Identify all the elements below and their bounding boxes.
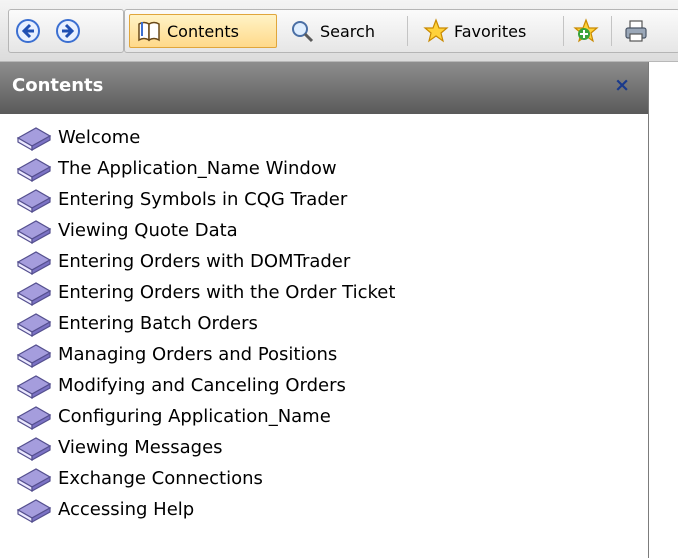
book-icon <box>16 126 52 151</box>
book-icon <box>16 343 52 368</box>
toc-item-label: Entering Batch Orders <box>58 313 258 334</box>
toc-item-label: Accessing Help <box>58 499 195 520</box>
book-icon <box>16 374 52 399</box>
toc-item-label: Configuring Application_Name <box>58 406 331 427</box>
book-icon <box>16 405 52 430</box>
toc-item-label: Viewing Messages <box>58 437 223 458</box>
navigation-group <box>8 9 124 53</box>
book-icon <box>16 312 52 337</box>
contents-panel-header: Contents × <box>0 62 648 114</box>
toc-item-managing-orders[interactable]: Managing Orders and Positions <box>16 339 337 370</box>
toc-item-application-window[interactable]: The Application_Name Window <box>16 153 337 184</box>
book-icon <box>16 219 52 244</box>
panel-title: Contents <box>12 75 104 96</box>
panel-border <box>648 62 649 558</box>
star-icon <box>423 18 449 43</box>
toolbar-divider <box>407 16 408 46</box>
toc-item-modifying-orders[interactable]: Modifying and Canceling Orders <box>16 370 346 401</box>
toc-item-label: Entering Orders with the Order Ticket <box>58 282 396 303</box>
toc-item-orders-domtrader[interactable]: Entering Orders with DOMTrader <box>16 246 350 277</box>
toc-item-label: Managing Orders and Positions <box>58 344 338 365</box>
book-icon <box>16 188 52 213</box>
toc-item-label: Entering Orders with DOMTrader <box>58 251 351 272</box>
search-tab-label: Search <box>320 21 375 41</box>
back-button[interactable] <box>15 14 51 48</box>
toc-item-viewing-quote-data[interactable]: Viewing Quote Data <box>16 215 238 246</box>
toolbar-divider <box>563 16 564 46</box>
forward-button[interactable] <box>55 14 91 48</box>
print-button[interactable] <box>619 14 653 48</box>
book-icon <box>16 498 52 523</box>
toc-item-entering-symbols[interactable]: Entering Symbols in CQG Trader <box>16 184 347 215</box>
toc-item-label: Exchange Connections <box>58 468 263 489</box>
search-icon <box>292 21 314 43</box>
toc-item-welcome[interactable]: Welcome <box>16 122 140 153</box>
add-favorite-icon <box>573 18 599 43</box>
toc-item-viewing-messages[interactable]: Viewing Messages <box>16 432 223 463</box>
book-icon <box>16 250 52 275</box>
toolbar-divider <box>611 16 612 46</box>
favorites-tab-button[interactable]: Favorites <box>417 14 557 48</box>
help-toolbar: Contents Search Favorites <box>0 0 678 62</box>
print-icon <box>625 20 647 42</box>
toc-item-label: Entering Symbols in CQG Trader <box>58 189 348 210</box>
add-favorite-button[interactable] <box>569 14 605 48</box>
toc-item-exchange-connections[interactable]: Exchange Connections <box>16 463 263 494</box>
toc-item-label: The Application_Name Window <box>58 158 337 179</box>
toc-item-label: Modifying and Canceling Orders <box>58 375 346 396</box>
toc-item-accessing-help[interactable]: Accessing Help <box>16 494 194 525</box>
toc-item-label: Welcome <box>58 127 141 148</box>
book-icon <box>16 157 52 182</box>
toc-item-orders-order-ticket[interactable]: Entering Orders with the Order Ticket <box>16 277 395 308</box>
book-icon <box>16 436 52 461</box>
favorites-tab-label: Favorites <box>454 21 527 41</box>
book-icon <box>16 467 52 492</box>
back-arrow-icon <box>16 19 40 43</box>
forward-arrow-icon <box>56 19 80 43</box>
toc-item-batch-orders[interactable]: Entering Batch Orders <box>16 308 258 339</box>
close-icon[interactable]: × <box>614 74 630 96</box>
search-tab-button[interactable]: Search <box>283 14 399 48</box>
toc-item-label: Viewing Quote Data <box>58 220 238 241</box>
book-icon <box>138 21 160 42</box>
toc-item-configuring[interactable]: Configuring Application_Name <box>16 401 331 432</box>
book-icon <box>16 281 52 306</box>
tools-group: Contents Search Favorites <box>124 9 678 53</box>
contents-tab-button[interactable]: Contents <box>129 14 277 48</box>
contents-tab-label: Contents <box>167 21 239 41</box>
